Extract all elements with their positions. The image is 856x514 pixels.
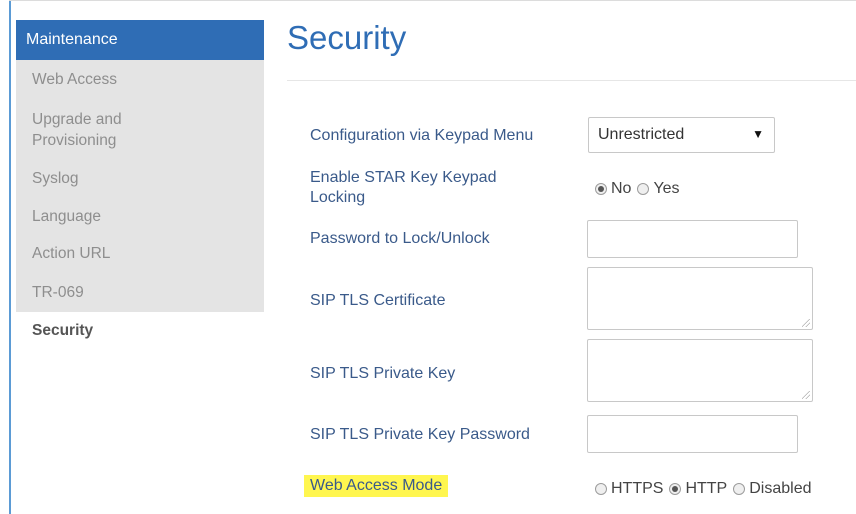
- star-lock-radio-group: No Yes: [595, 180, 686, 198]
- web-access-https-label[interactable]: HTTPS: [611, 480, 663, 498]
- resize-grip-icon[interactable]: [802, 319, 810, 327]
- resize-grip-icon[interactable]: [802, 391, 810, 399]
- tls-certificate-textarea[interactable]: [587, 267, 813, 330]
- dropdown-arrow-icon: ▼: [752, 127, 764, 141]
- page-title: Security: [287, 19, 407, 56]
- star-lock-label: Enable STAR Key Keypad Locking: [310, 169, 497, 206]
- sidebar-header[interactable]: Maintenance: [16, 20, 264, 60]
- sidebar: Maintenance Web Access Upgrade and Provi…: [16, 20, 264, 350]
- frame-border-left: [9, 0, 11, 514]
- password-lock-label: Password to Lock/Unlock: [310, 230, 490, 247]
- web-access-mode-radio-group: HTTPS HTTP Disabled: [595, 480, 818, 498]
- web-access-https-radio[interactable]: [595, 483, 607, 495]
- title-divider: [287, 80, 856, 81]
- web-access-mode-label: Web Access Mode: [304, 475, 449, 497]
- tls-key-password-label: SIP TLS Private Key Password: [310, 426, 530, 443]
- sidebar-item-security[interactable]: Security: [16, 312, 264, 350]
- sidebar-list: Web Access Upgrade and Provisioning Sysl…: [16, 60, 264, 312]
- sidebar-item-language[interactable]: Language: [16, 198, 264, 235]
- web-access-disabled-radio[interactable]: [733, 483, 746, 495]
- keypad-menu-value: Unrestricted: [598, 126, 685, 143]
- tls-private-key-textarea[interactable]: [587, 339, 813, 402]
- star-lock-no-radio[interactable]: [595, 183, 607, 195]
- sidebar-item-syslog[interactable]: Syslog: [16, 160, 264, 198]
- password-lock-input[interactable]: [587, 220, 798, 258]
- tls-certificate-label: SIP TLS Certificate: [310, 292, 446, 309]
- tls-key-password-input[interactable]: [587, 415, 798, 453]
- tls-private-key-label: SIP TLS Private Key: [310, 365, 456, 382]
- web-access-http-radio[interactable]: [669, 483, 682, 495]
- keypad-menu-label: Configuration via Keypad Menu: [310, 127, 534, 144]
- web-access-disabled-label[interactable]: Disabled: [749, 480, 811, 498]
- web-access-http-label[interactable]: HTTP: [685, 480, 727, 498]
- sidebar-item-tr-069[interactable]: TR-069: [16, 273, 264, 312]
- sidebar-item-upgrade-provisioning[interactable]: Upgrade and Provisioning: [16, 100, 156, 160]
- sidebar-item-web-access[interactable]: Web Access: [16, 60, 264, 100]
- star-lock-yes-label[interactable]: Yes: [653, 180, 679, 198]
- star-lock-yes-radio[interactable]: [637, 183, 650, 195]
- star-lock-no-label[interactable]: No: [611, 180, 631, 198]
- sidebar-item-action-url[interactable]: Action URL: [16, 235, 264, 273]
- frame-border-top: [9, 0, 856, 1]
- keypad-menu-select[interactable]: Unrestricted ▼: [588, 117, 775, 153]
